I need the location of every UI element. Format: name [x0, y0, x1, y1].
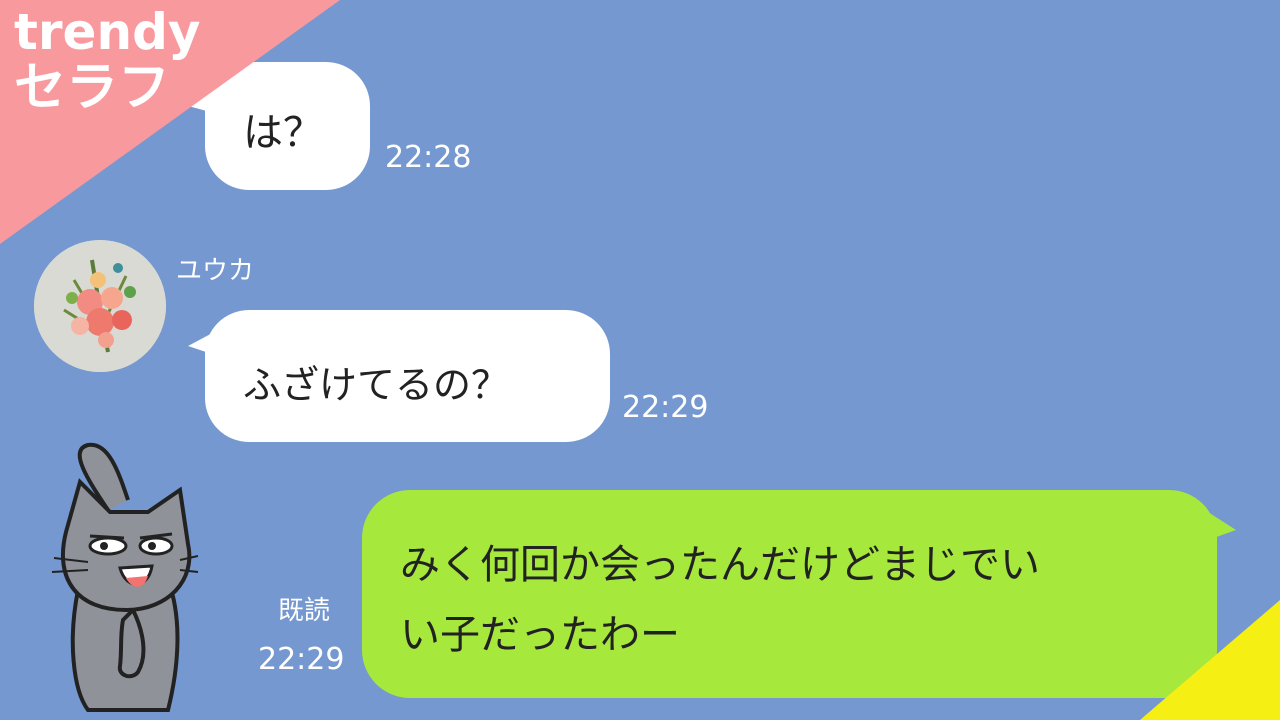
cat-mascot-icon: [51, 442, 198, 712]
channel-logo: trendy セラフ: [14, 6, 200, 115]
bubble-tail-3: [1208, 512, 1236, 540]
sender-avatar[interactable]: [34, 240, 166, 372]
message-text-3-line1: みく何回か会ったんだけどまじでい: [400, 542, 1040, 588]
sender-name: ユウカ: [176, 256, 255, 286]
corner-accent: [1140, 600, 1280, 720]
chat-area: は？ 22:28 ユウカ ふざけてるの？ 22:29 既読 22:29 みく何回…: [0, 0, 1280, 720]
channel-logo-line2: セラフ: [14, 57, 171, 118]
message-time-2: 22:29: [622, 390, 709, 425]
message-text-2: ふざけてるの？: [243, 363, 510, 407]
flower-bouquet-icon: [34, 240, 166, 372]
message-bubble-2[interactable]: ふざけてるの？: [205, 310, 610, 442]
channel-logo-line1: trendy: [14, 3, 201, 61]
message-bubble-3[interactable]: みく何回か会ったんだけどまじでい い子だったわー: [362, 490, 1217, 698]
read-receipt: 既読: [278, 596, 331, 626]
message-time-3: 22:29: [258, 642, 345, 677]
bubble-tail-2: [188, 330, 218, 356]
message-time-1: 22:28: [385, 140, 472, 175]
message-text-3-line2: い子だったわー: [400, 612, 680, 658]
